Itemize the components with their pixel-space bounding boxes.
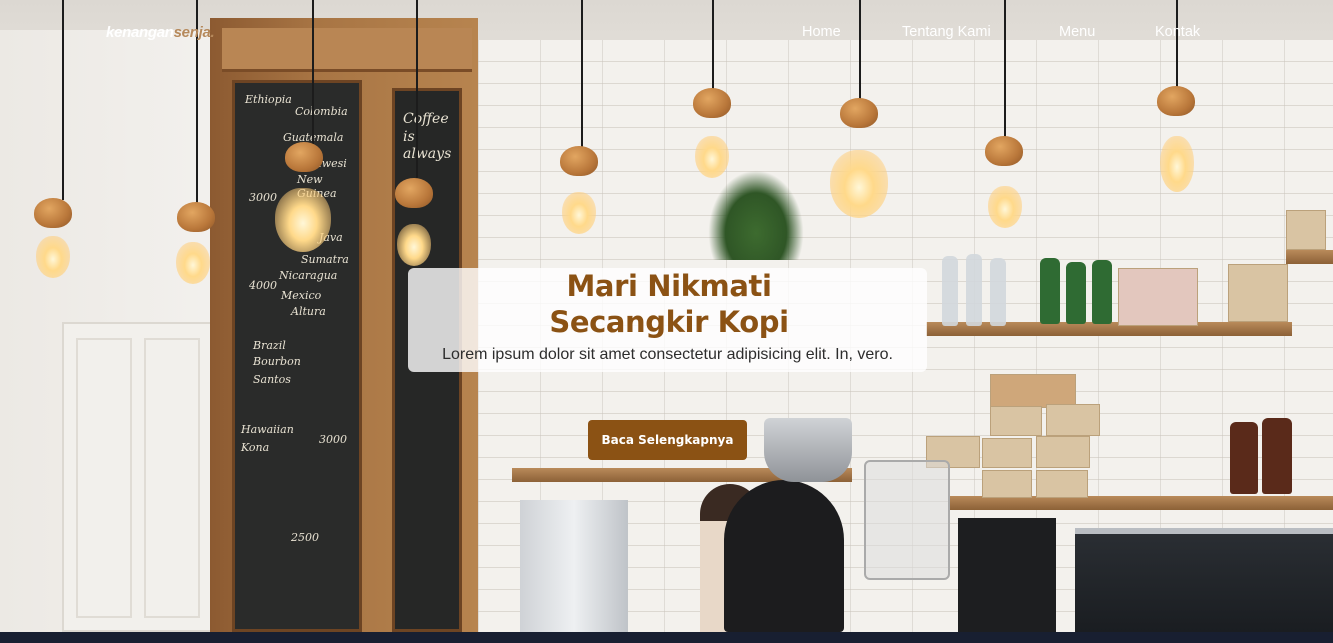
- chalk-line: 2500: [291, 531, 319, 544]
- grinder: [724, 480, 844, 632]
- coffee-bag: [990, 406, 1042, 436]
- lamp-shade: [34, 198, 72, 228]
- nav-menu[interactable]: Menu: [1059, 24, 1095, 40]
- wall-shelf: [1286, 250, 1333, 264]
- coffee-bag: [982, 438, 1032, 468]
- coffee-bag: [990, 374, 1076, 408]
- lamp-shade: [177, 202, 215, 232]
- door-panel: [144, 338, 200, 618]
- lamp-bulb: [830, 150, 888, 218]
- white-door: [62, 322, 212, 632]
- navbar: kenangansenja. Home Tentang Kami Menu Ko…: [0, 0, 1333, 66]
- espresso-machine: [1075, 528, 1333, 632]
- coffee-bag: [1286, 210, 1326, 250]
- syrup-bottle: [1230, 422, 1258, 494]
- chalk-line: Ethiopia: [245, 93, 292, 106]
- lamp-shade: [395, 178, 433, 208]
- glass-jar: [864, 460, 950, 580]
- hero-subtitle: Lorem ipsum dolor sit amet consectetur a…: [442, 346, 893, 363]
- chalk-line: Santos: [253, 373, 291, 386]
- bottle: [1040, 258, 1060, 324]
- chalk-line: Bourbon: [253, 355, 301, 368]
- nav-kontak[interactable]: Kontak: [1155, 24, 1200, 40]
- bottle: [1092, 260, 1112, 324]
- silver-machine: [520, 500, 628, 632]
- coffee-bag: [1228, 264, 1288, 322]
- coffee-bag: [1036, 436, 1090, 468]
- lamp-bulb: [275, 188, 331, 252]
- door-panel: [76, 338, 132, 618]
- chalk-line: Hawaiian: [241, 423, 294, 436]
- lamp-shade: [693, 88, 731, 118]
- potted-plant: [708, 170, 804, 260]
- chalk-line: Kona: [241, 441, 270, 454]
- grinder-hopper: [764, 418, 852, 482]
- lamp-shade: [560, 146, 598, 176]
- lamp-bulb: [36, 236, 70, 278]
- chalk-line: Coffee is always: [403, 111, 452, 162]
- brand-part2: senja: [173, 24, 211, 41]
- brand-part1: kenangan: [106, 24, 174, 41]
- wall-shelf: [950, 496, 1333, 510]
- storage-box: [1118, 268, 1198, 326]
- grinder-right: [958, 518, 1056, 632]
- lamp-bulb: [1160, 136, 1194, 192]
- coffee-bag: [1046, 404, 1100, 436]
- lamp-bulb: [397, 224, 431, 266]
- footer-strip: [0, 632, 1333, 643]
- chalk-line: 4000: [249, 279, 277, 292]
- coffee-bag: [1036, 470, 1088, 498]
- lamp-shade: [1157, 86, 1195, 116]
- chalk-line: Sumatra: [301, 253, 349, 266]
- brand-dot: .: [210, 24, 215, 41]
- lamp-bulb: [988, 186, 1022, 228]
- lamp-bulb: [176, 242, 210, 284]
- bottle: [1066, 262, 1086, 324]
- hero-title-line1: Mari Nikmati: [566, 269, 772, 303]
- lamp-shade: [840, 98, 878, 128]
- lamp-shade: [985, 136, 1023, 166]
- chalk-line: 3000: [249, 191, 277, 204]
- nav-home[interactable]: Home: [802, 24, 841, 40]
- lamp-bulb: [562, 192, 596, 234]
- lamp-shade: [285, 142, 323, 172]
- hero-heading: Mari Nikmati Secangkir Kopi: [300, 268, 1038, 340]
- chalk-line: Brazil: [253, 339, 286, 352]
- syrup-bottle: [1262, 418, 1292, 494]
- chalk-line: Colombia: [295, 105, 348, 118]
- chalk-line: 3000: [319, 433, 347, 446]
- lamp-bulb: [695, 136, 729, 178]
- hero-title: Mari Nikmati Secangkir Kopi: [300, 266, 1038, 346]
- brand-logo[interactable]: kenangansenja.: [106, 24, 215, 41]
- read-more-button[interactable]: Baca Selengkapnya: [588, 420, 747, 460]
- nav-tentang-kami[interactable]: Tentang Kami: [902, 24, 991, 40]
- hero-title-line2: Secangkir Kopi: [549, 305, 789, 339]
- coffee-bag: [982, 470, 1032, 498]
